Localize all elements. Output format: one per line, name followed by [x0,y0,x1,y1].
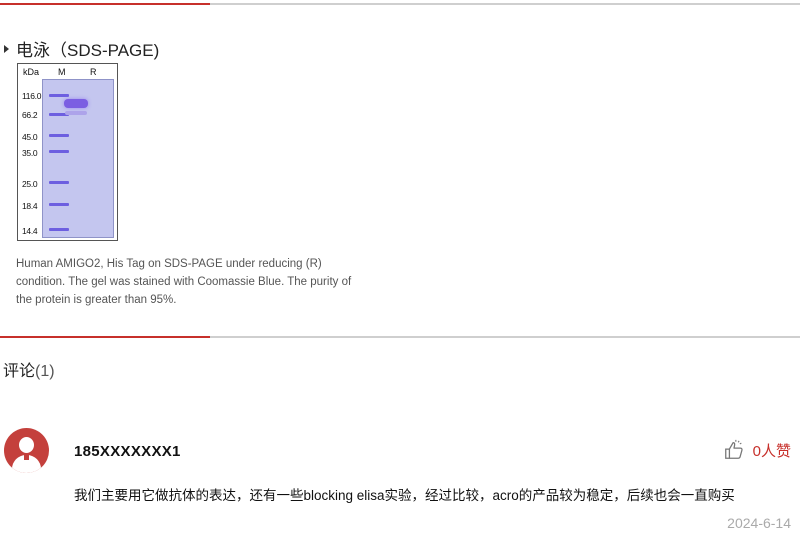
comments-count: (1) [35,363,55,380]
gel-unit-label: kDa [23,67,40,77]
thumbs-up-icon[interactable] [723,439,745,461]
avatar-user-icon [4,428,49,473]
mw-label: 35.0 [22,148,38,158]
sample-band-faint [65,111,87,115]
comment-text: 我们主要用它做抗体的表达，还有一些blocking elisa实验，经过比较，a… [74,488,735,503]
section-title: 电泳（SDS-PAGE) [16,41,160,60]
divider-accent [0,336,210,338]
mw-label: 14.4 [22,226,38,236]
like-button[interactable]: 0人赞 [723,439,791,461]
section-heading: 电泳（SDS-PAGE) [4,36,159,61]
mw-label: 116.0 [22,91,42,101]
mw-label: 25.0 [22,179,38,189]
avatar-head [19,437,34,453]
sample-band [64,99,88,108]
divider-accent [0,3,210,5]
mw-label: 18.4 [22,201,38,211]
marker-band [49,94,69,97]
bullet-triangle-icon [4,44,9,53]
top-divider [0,3,800,5]
marker-band [49,181,69,184]
mw-label: 45.0 [22,132,38,142]
marker-band [49,228,69,231]
marker-band [49,150,69,153]
sds-page-gel-image: kDa M R 116.0 66.2 45.0 35.0 25.0 18.4 1… [17,63,118,241]
mw-label: 66.2 [22,110,38,120]
gel-lane-sample-label: R [90,67,97,77]
avatar-neck [24,454,29,460]
gel-lane-marker-label: M [58,67,66,77]
figure-caption: Human AMIGO2, His Tag on SDS-PAGE under … [16,258,352,306]
comments-label: 评论 [3,363,36,380]
like-count[interactable]: 0人赞 [753,440,791,461]
comment-username: 185XXXXXXX1 [74,443,181,460]
comments-divider [0,336,800,338]
gel-lane-area [42,79,114,238]
comments-heading: 评论(1) [3,357,55,381]
marker-band [49,203,69,206]
marker-band [49,134,69,137]
comment-date: 2024-6-14 [727,515,791,531]
